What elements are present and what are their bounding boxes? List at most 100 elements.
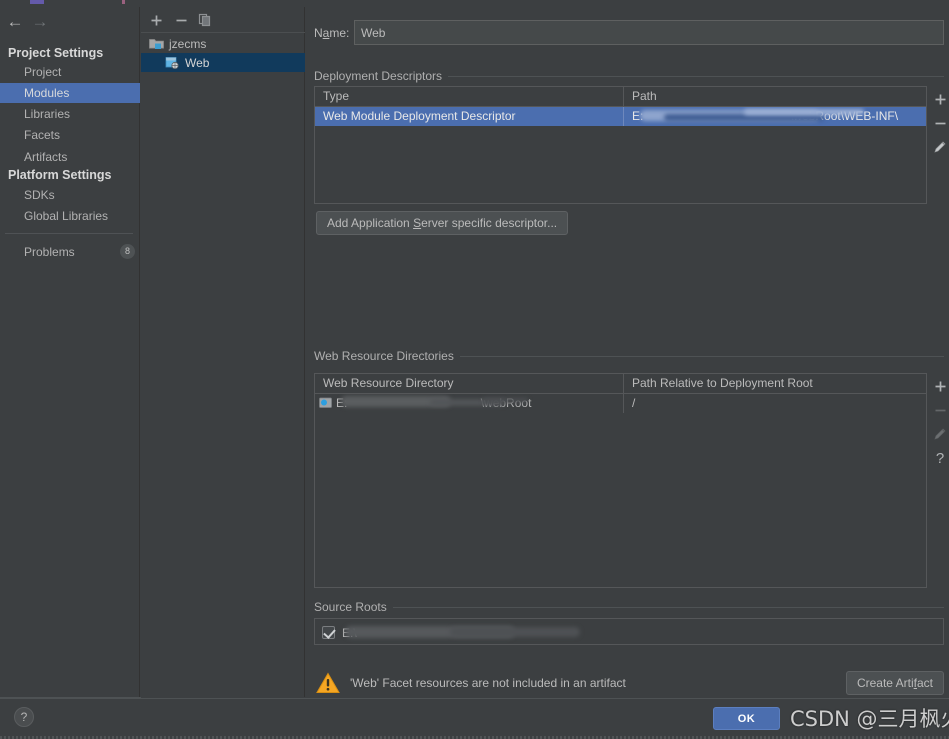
add-web-resource-button[interactable] <box>929 374 949 398</box>
help-button[interactable]: ? <box>14 707 34 727</box>
plus-icon <box>150 14 163 27</box>
table-row[interactable]: E: \webRoot / <box>315 394 926 413</box>
sidebar-divider <box>5 233 133 234</box>
window-chrome-strip <box>0 0 949 7</box>
sidebar-item-label: Modules <box>24 86 69 100</box>
sidebar-item-global-libraries[interactable]: Global Libraries <box>0 206 140 226</box>
add-app-server-descriptor-button[interactable]: Add Application Server specific descript… <box>316 211 568 235</box>
web-resource-directories-table: Web Resource Directory Path Relative to … <box>314 373 927 588</box>
artifact-warning-row: 'Web' Facet resources are not included i… <box>316 667 944 699</box>
sidebar-item-label: SDKs <box>24 188 55 202</box>
source-root-redaction-bar-2 <box>450 627 580 637</box>
folder-module-icon <box>149 37 164 51</box>
remove-module-button[interactable] <box>172 11 190 29</box>
help-web-resource-button[interactable]: ? <box>929 446 949 470</box>
source-root-row[interactable]: E:\ <box>315 623 943 642</box>
column-header-web-resource-directory[interactable]: Web Resource Directory <box>315 374 623 393</box>
create-artifact-button[interactable]: Create Artifact <box>846 671 944 695</box>
sidebar-item-label: Libraries <box>24 107 70 121</box>
column-header-path[interactable]: Path <box>623 87 926 106</box>
back-arrow-icon[interactable]: ← <box>5 14 25 30</box>
web-folder-icon <box>319 396 332 413</box>
cell-web-resource-directory: E: \webRoot <box>315 394 623 413</box>
sidebar-item-libraries[interactable]: Libraries <box>0 104 140 124</box>
edit-web-resource-button <box>929 422 949 446</box>
forward-arrow-icon[interactable]: → <box>30 14 50 30</box>
pencil-icon <box>933 140 947 154</box>
sidebar-item-label: Artifacts <box>24 150 67 164</box>
minus-icon <box>934 404 947 417</box>
cell-descriptor-path: E: \webRoot\WEB-INF\ <box>623 107 926 126</box>
remove-web-resource-button <box>929 398 949 422</box>
csdn-watermark: CSDN @三月枫火 <box>790 703 949 733</box>
cell-relative-path: / <box>623 394 926 413</box>
problems-count-badge: 8 <box>120 244 135 259</box>
table-header-row: Type Path <box>315 87 926 107</box>
path-suffix: \webRoot\WEB-INF\ <box>790 109 898 123</box>
tree-node-jzecms[interactable]: jzecms <box>141 34 305 53</box>
artifact-warning-text: 'Web' Facet resources are not included i… <box>350 676 626 690</box>
table-header-row: Web Resource Directory Path Relative to … <box>315 374 926 394</box>
column-header-type[interactable]: Type <box>315 87 623 106</box>
module-name-input[interactable] <box>354 20 944 45</box>
deployment-descriptors-table: Type Path Web Module Deployment Descript… <box>314 86 927 204</box>
source-roots-rule <box>378 607 944 608</box>
question-icon: ? <box>936 451 944 466</box>
tree-node-web[interactable]: Web <box>141 53 305 72</box>
module-tree-panel: jzecms Web <box>141 7 305 697</box>
sidebar-item-facets[interactable]: Facets <box>0 125 140 145</box>
source-root-checkbox[interactable] <box>322 626 335 639</box>
source-roots-title: Source Roots <box>314 600 393 614</box>
chrome-artifact-left <box>30 0 44 4</box>
plus-icon <box>934 93 947 106</box>
sidebar-item-project[interactable]: Project <box>0 62 140 82</box>
ok-button[interactable]: OK <box>713 707 780 730</box>
table-body: Web Module Deployment Descriptor E: \web… <box>315 107 926 126</box>
sidebar-nav-arrows: ← → <box>0 7 140 37</box>
minus-icon <box>934 117 947 130</box>
table-row[interactable]: Web Module Deployment Descriptor E: \web… <box>315 107 926 126</box>
source-roots-box: E:\ <box>314 618 944 645</box>
add-btn-post: erver specific descriptor... <box>421 216 557 230</box>
sidebar-item-artifacts[interactable]: Artifacts <box>0 147 140 167</box>
directory-suffix: \webRoot <box>481 396 532 410</box>
remove-descriptor-button[interactable] <box>929 111 949 135</box>
source-root-redaction-bar-1 <box>345 626 515 638</box>
cell-descriptor-type: Web Module Deployment Descriptor <box>315 107 623 126</box>
deployment-descriptors-title: Deployment Descriptors <box>314 69 448 83</box>
sidebar-group-title-platform-settings: Platform Settings <box>8 168 112 182</box>
edit-descriptor-button[interactable] <box>929 135 949 159</box>
module-settings-content: Name: Deployment Descriptors Type Path W… <box>306 7 949 697</box>
sidebar-item-sdks[interactable]: SDKs <box>0 185 140 205</box>
sidebar-item-label: Problems <box>24 245 75 259</box>
add-descriptor-button[interactable] <box>929 87 949 111</box>
tree-node-label: jzecms <box>169 37 206 51</box>
add-btn-pre: Add Application <box>327 216 413 230</box>
add-btn-mnemonic: S <box>413 216 421 230</box>
copy-icon <box>198 13 212 27</box>
source-root-label: E:\ <box>342 626 357 640</box>
tree-node-label: Web <box>185 56 209 70</box>
web-resource-directories-title: Web Resource Directories <box>314 349 460 363</box>
sidebar-item-label: Global Libraries <box>24 209 108 223</box>
name-label-post: me: <box>329 26 349 40</box>
table-body: E: \webRoot / <box>315 394 926 413</box>
minus-icon <box>175 14 188 27</box>
add-module-button[interactable] <box>147 11 165 29</box>
create-artifact-post: act <box>917 676 933 690</box>
settings-dialog: ← → Project Settings Project Modules Lib… <box>0 0 949 739</box>
copy-module-button[interactable] <box>196 11 214 29</box>
sidebar-item-label: Facets <box>24 128 60 142</box>
module-tree-toolbar <box>141 7 305 33</box>
deployment-descriptors-rule <box>446 76 944 77</box>
sidebar-item-modules[interactable]: Modules <box>0 83 140 103</box>
chrome-artifact-right <box>122 0 125 4</box>
web-facet-icon <box>165 56 180 70</box>
column-header-path-relative[interactable]: Path Relative to Deployment Root <box>623 374 926 393</box>
sidebar-item-label: Project <box>24 65 61 79</box>
module-name-label: Name: <box>314 26 354 40</box>
plus-icon <box>934 380 947 393</box>
web-resource-side-toolbar: ? <box>929 374 949 470</box>
sidebar-item-problems[interactable]: Problems <box>0 242 140 262</box>
name-label-pre: N <box>314 26 323 40</box>
